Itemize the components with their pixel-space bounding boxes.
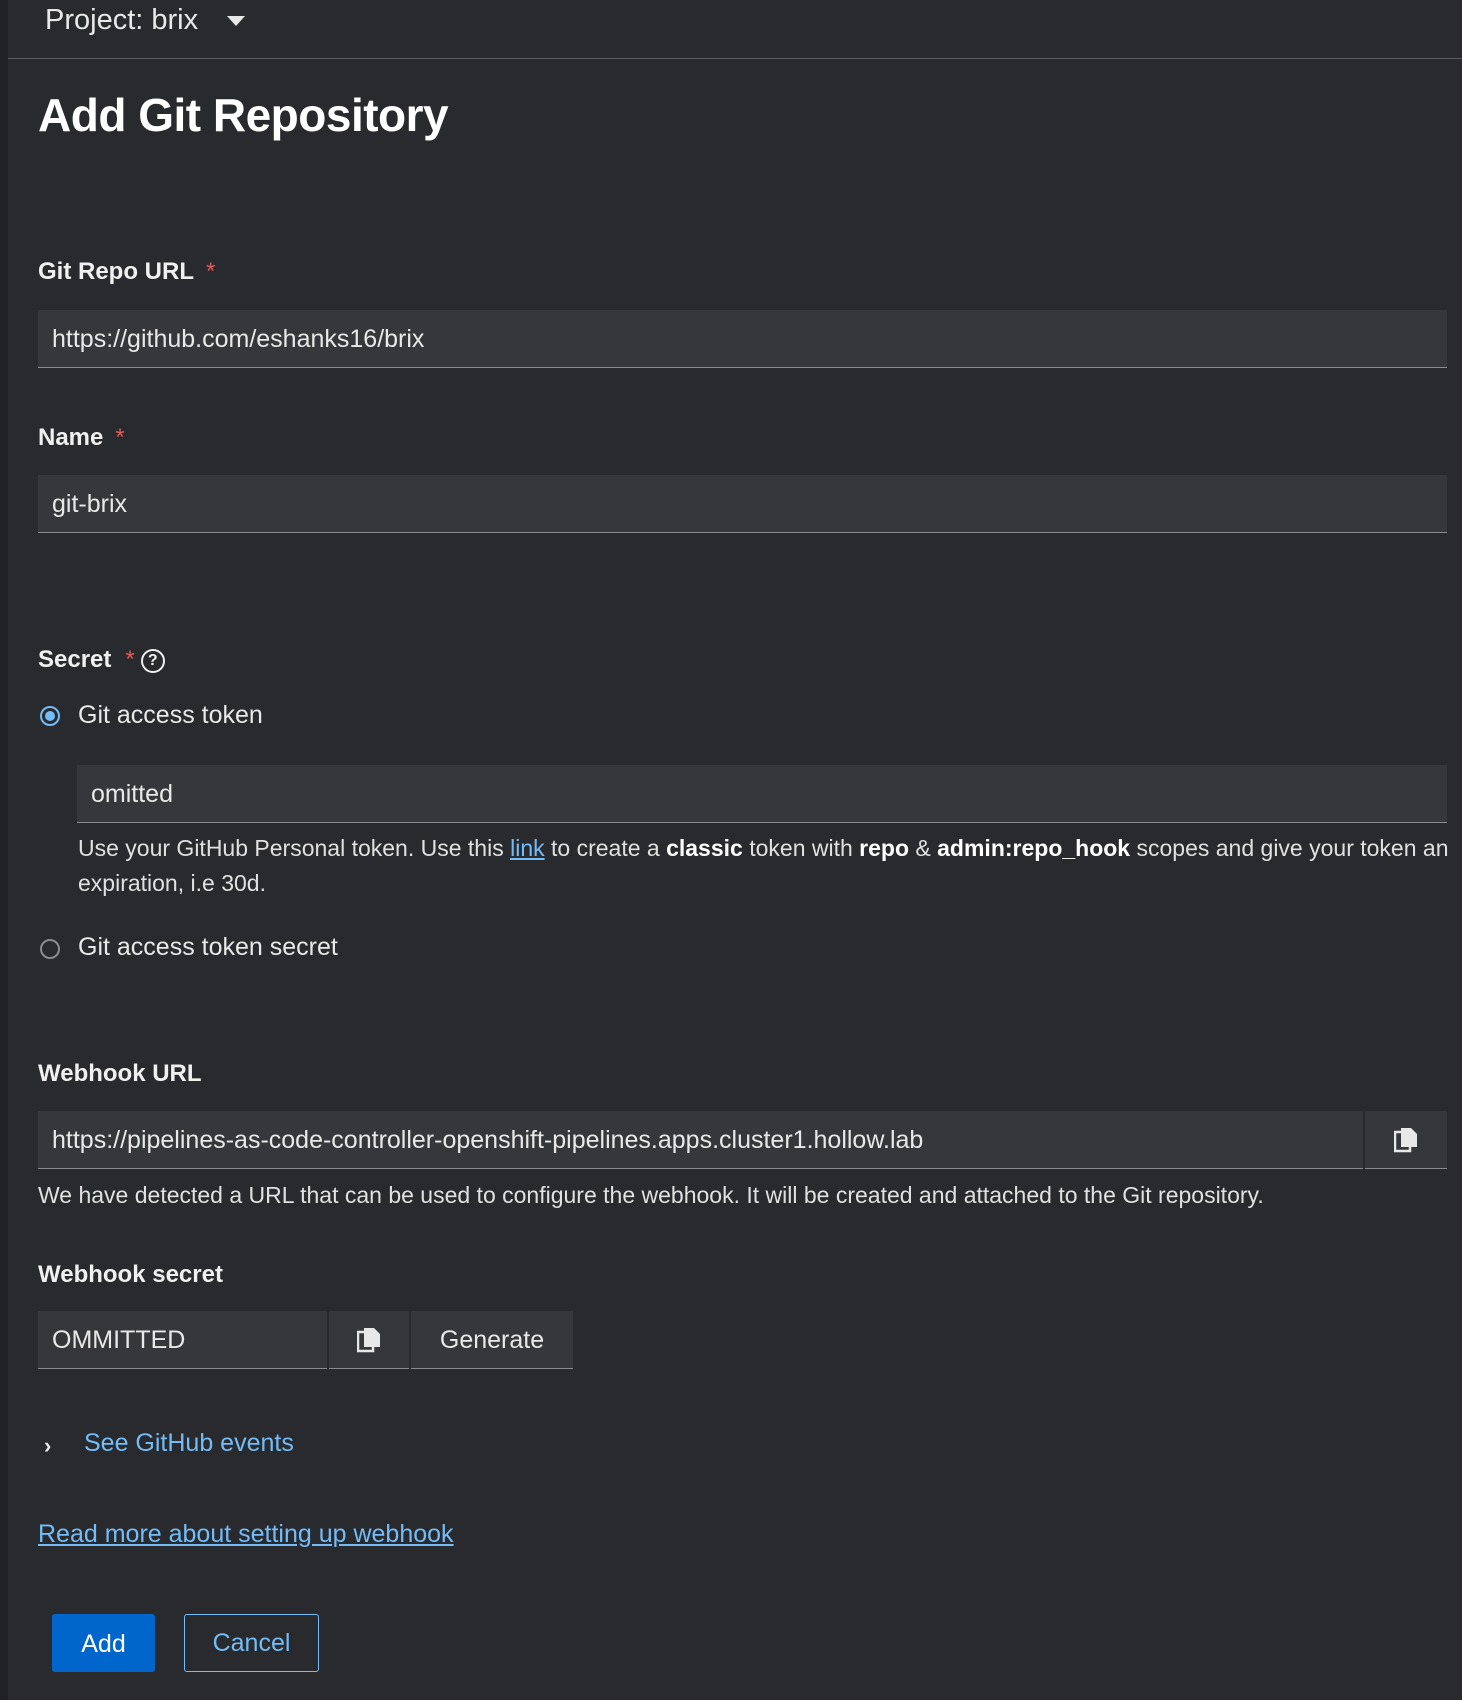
name-input[interactable]: git-brix (38, 475, 1447, 533)
webhook-secret-label: Webhook secret (38, 1261, 223, 1288)
token-helper-text: Use your GitHub Personal token. Use this… (78, 831, 1450, 901)
git-access-token-input[interactable]: omitted (77, 765, 1447, 823)
helper-text-3: token with (742, 835, 860, 861)
git-access-token-secret-label[interactable]: Git access token secret (78, 933, 338, 962)
repo-url-label: Git Repo URL * (38, 258, 215, 286)
create-token-link[interactable]: link (510, 835, 545, 861)
see-github-events-toggle[interactable]: See GitHub events (84, 1429, 294, 1458)
helper-bold-classic: classic (666, 835, 743, 861)
project-bar: Project: brix (8, 0, 1462, 59)
page-title: Add Git Repository (38, 89, 449, 141)
chevron-right-icon[interactable]: › (44, 1433, 51, 1459)
name-label: Name * (38, 424, 125, 452)
helper-text-1: Use your GitHub Personal token. Use this (78, 835, 511, 861)
repo-url-input[interactable]: https://github.com/eshanks16/brix (38, 310, 1447, 368)
name-label-text: Name (38, 424, 104, 451)
copy-icon (357, 1327, 380, 1352)
add-button[interactable]: Add (52, 1614, 155, 1672)
secret-label-text: Secret (38, 646, 112, 673)
git-access-token-radio[interactable] (40, 706, 60, 726)
secret-label: Secret *? (38, 646, 165, 674)
required-marker: * (206, 258, 216, 285)
read-more-webhook-link[interactable]: Read more about setting up webhook (38, 1520, 454, 1549)
webhook-url-helper: We have detected a URL that can be used … (38, 1182, 1264, 1208)
helper-bold-hook: admin:repo_hook (937, 835, 1131, 861)
project-selector[interactable]: Project: brix (45, 4, 198, 37)
helper-text-4: & (909, 835, 938, 861)
copy-webhook-url-button[interactable] (1365, 1111, 1447, 1169)
required-marker: * (115, 424, 125, 451)
cancel-button[interactable]: Cancel (184, 1614, 319, 1672)
help-icon[interactable]: ? (140, 649, 165, 673)
repo-url-label-text: Git Repo URL (38, 258, 194, 285)
webhook-url-input[interactable]: https://pipelines-as-code-controller-ope… (38, 1111, 1363, 1169)
webhook-secret-input[interactable]: OMMITTED (38, 1311, 327, 1369)
git-access-token-label[interactable]: Git access token (78, 701, 263, 730)
helper-bold-repo: repo (859, 835, 910, 861)
left-edge (0, 0, 8, 1700)
required-marker: * (125, 646, 135, 673)
webhook-url-label: Webhook URL (38, 1060, 202, 1087)
helper-text-2: to create a (544, 835, 667, 861)
caret-down-icon[interactable] (227, 16, 245, 26)
git-access-token-secret-radio[interactable] (40, 939, 60, 959)
copy-webhook-secret-button[interactable] (329, 1311, 409, 1369)
copy-icon (1394, 1127, 1417, 1152)
generate-button[interactable]: Generate (411, 1311, 573, 1369)
